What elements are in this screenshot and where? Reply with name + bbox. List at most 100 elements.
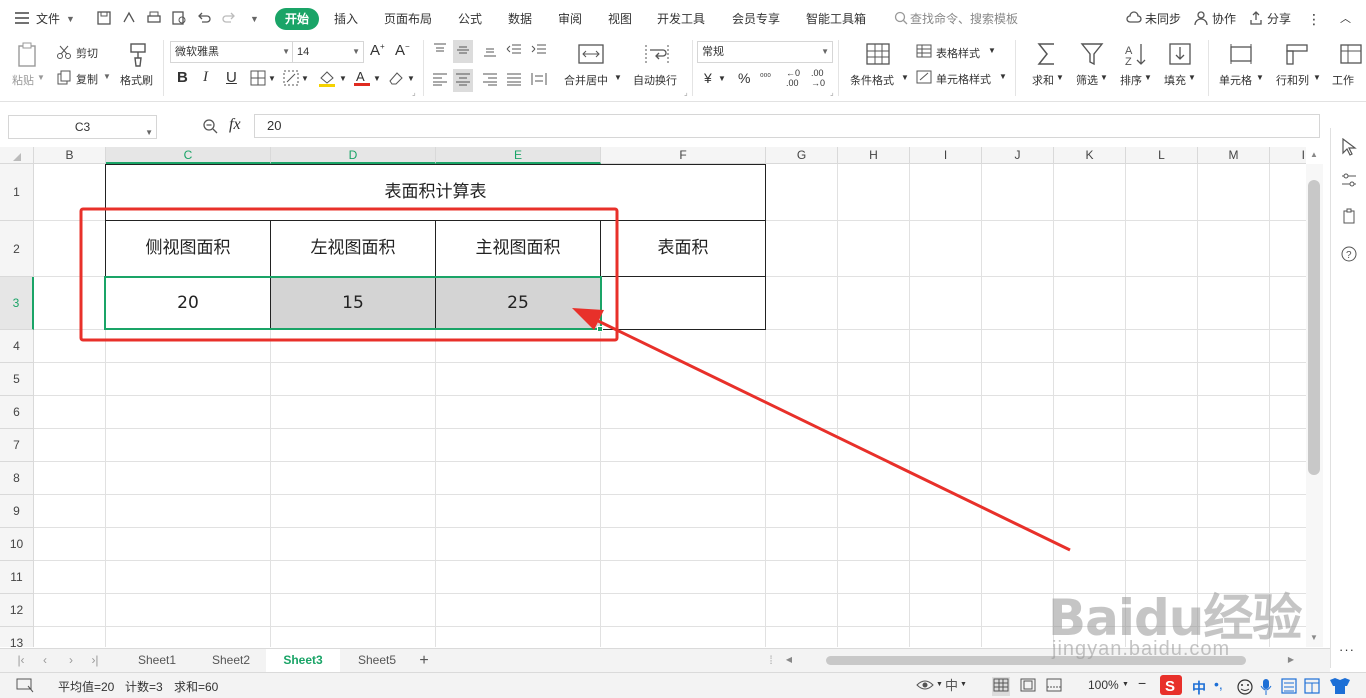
row-header-4[interactable]: 4: [0, 330, 34, 363]
row-header-3[interactable]: 3: [0, 277, 34, 330]
column-header-H[interactable]: H: [838, 147, 910, 164]
tab-page-layout[interactable]: 页面布局: [384, 9, 432, 29]
wrap-text-icon[interactable]: [644, 42, 670, 69]
copy-dropdown-icon[interactable]: ▼: [103, 72, 111, 81]
header-cell-front-view[interactable]: 主视图面积: [435, 220, 601, 277]
prev-sheet-icon[interactable]: ‹: [38, 649, 52, 672]
border-icon[interactable]: [250, 70, 266, 89]
column-header-L[interactable]: L: [1126, 147, 1198, 164]
page-layout-view-icon[interactable]: [1020, 678, 1036, 695]
scroll-left-icon[interactable]: ◀: [784, 648, 794, 671]
macro-icon[interactable]: [16, 677, 34, 696]
page-break-view-icon[interactable]: [1046, 678, 1062, 695]
search-icon[interactable]: [893, 10, 909, 26]
scroll-right-icon[interactable]: ▶: [1286, 648, 1296, 671]
border-dropdown-icon[interactable]: ▼: [268, 74, 276, 83]
zoom-level[interactable]: 100%: [1088, 678, 1119, 692]
export-icon[interactable]: [121, 10, 137, 26]
eye-protection-icon[interactable]: [916, 677, 934, 696]
column-header-J[interactable]: J: [982, 147, 1054, 164]
cells-icon[interactable]: [1228, 42, 1254, 69]
language-icon[interactable]: 中: [944, 677, 960, 696]
add-sheet-icon[interactable]: +: [414, 649, 434, 672]
print-icon[interactable]: [146, 10, 162, 26]
adjust-icon[interactable]: [1341, 172, 1357, 191]
worksheet-button[interactable]: 工作: [1332, 72, 1354, 88]
paste-icon[interactable]: [16, 42, 40, 71]
scissors-icon[interactable]: [56, 44, 72, 63]
cells-button[interactable]: 单元格: [1219, 72, 1252, 88]
number-dialog-launcher-icon[interactable]: ⌟: [830, 88, 834, 97]
indent-icon[interactable]: [531, 43, 547, 60]
header-cell-surface-area[interactable]: 表面积: [600, 220, 766, 277]
column-header-M[interactable]: M: [1198, 147, 1270, 164]
rows-cols-button[interactable]: 行和列: [1276, 72, 1309, 88]
column-header-C[interactable]: C: [106, 147, 271, 164]
tab-formulas[interactable]: 公式: [458, 9, 482, 29]
sort-dropdown-icon[interactable]: ▼: [1144, 73, 1152, 82]
collab-icon[interactable]: [1193, 10, 1209, 26]
sheet-tab-sheet1[interactable]: Sheet1: [124, 649, 190, 672]
fill-color-icon[interactable]: [318, 69, 336, 90]
format-painter-label[interactable]: 格式刷: [120, 72, 153, 88]
align-top-icon[interactable]: [432, 43, 448, 60]
cell-style-dropdown-icon[interactable]: ▼: [999, 72, 1007, 81]
worksheet-icon[interactable]: [1338, 42, 1364, 69]
filter-dropdown-icon[interactable]: ▼: [1100, 73, 1108, 82]
fill-icon[interactable]: [1168, 42, 1192, 69]
sum-dropdown-icon[interactable]: ▼: [1056, 73, 1064, 82]
tab-splitter-icon[interactable]: ⁞: [766, 649, 776, 672]
first-sheet-icon[interactable]: |‹: [14, 649, 28, 672]
font-size-select[interactable]: 14 ▼: [292, 41, 364, 63]
row-header-9[interactable]: 9: [0, 495, 34, 528]
format-painter-icon[interactable]: [127, 42, 149, 71]
justify-icon[interactable]: [506, 72, 522, 89]
fill-color-dropdown-icon[interactable]: ▼: [339, 74, 347, 83]
row-header-1[interactable]: 1: [0, 164, 34, 221]
align-bottom-icon[interactable]: [482, 43, 498, 60]
row-header-2[interactable]: 2: [0, 221, 34, 277]
currency-dropdown-icon[interactable]: ▼: [718, 74, 726, 83]
zoom-out-icon[interactable]: −: [1138, 675, 1146, 691]
help-icon[interactable]: ?: [1341, 246, 1357, 265]
tab-review[interactable]: 审阅: [558, 9, 582, 29]
chevron-down-icon[interactable]: ▼: [66, 9, 75, 29]
scroll-up-icon[interactable]: ▲: [1310, 150, 1318, 159]
align-left-icon[interactable]: [432, 72, 448, 89]
clipboard-panel-icon[interactable]: [1341, 208, 1357, 227]
sum-button[interactable]: 求和: [1032, 72, 1054, 88]
paste-dropdown-icon[interactable]: ▼: [37, 73, 45, 82]
header-cell-side-view[interactable]: 侧视图面积: [105, 220, 271, 277]
undo-icon[interactable]: [196, 10, 212, 26]
name-box[interactable]: C3 ▼: [8, 115, 157, 139]
row-header-12[interactable]: 12: [0, 594, 34, 627]
print-preview-icon[interactable]: [171, 10, 187, 26]
collapse-ribbon-icon[interactable]: ︿: [1340, 9, 1351, 29]
merge-center-button[interactable]: 合并居中: [564, 72, 608, 88]
wrap-text-button[interactable]: 自动换行: [633, 72, 677, 88]
redo-icon[interactable]: [221, 10, 237, 26]
tab-start[interactable]: 开始: [275, 8, 319, 30]
tab-smart-toolbox[interactable]: 智能工具箱: [806, 9, 866, 29]
decrease-decimal-icon[interactable]: .00 →0: [811, 68, 825, 88]
column-header-K[interactable]: K: [1054, 147, 1126, 164]
fill-button[interactable]: 填充: [1164, 72, 1186, 88]
share-icon[interactable]: [1248, 10, 1264, 26]
copy-icon[interactable]: [56, 70, 72, 89]
cell-style-icon[interactable]: [916, 70, 932, 87]
row-header-11[interactable]: 11: [0, 561, 34, 594]
table-title-cell[interactable]: 表面积计算表: [105, 164, 766, 221]
formula-input[interactable]: 20: [254, 114, 1320, 138]
tab-insert[interactable]: 插入: [334, 9, 358, 29]
normal-view-icon[interactable]: [992, 677, 1010, 696]
thousands-icon[interactable]: ⁰⁰⁰: [760, 72, 771, 83]
sum-icon[interactable]: [1036, 41, 1058, 70]
outdent-icon[interactable]: [506, 43, 522, 60]
column-header-D[interactable]: D: [271, 147, 436, 164]
hamburger-menu-icon[interactable]: [14, 10, 30, 26]
column-header-G[interactable]: G: [766, 147, 838, 164]
conditional-format-icon[interactable]: [866, 42, 890, 69]
cell-style-button[interactable]: 单元格样式: [936, 71, 991, 87]
fill-dropdown-icon[interactable]: ▼: [1188, 73, 1196, 82]
increase-decimal-icon[interactable]: ←0.00: [786, 68, 800, 88]
